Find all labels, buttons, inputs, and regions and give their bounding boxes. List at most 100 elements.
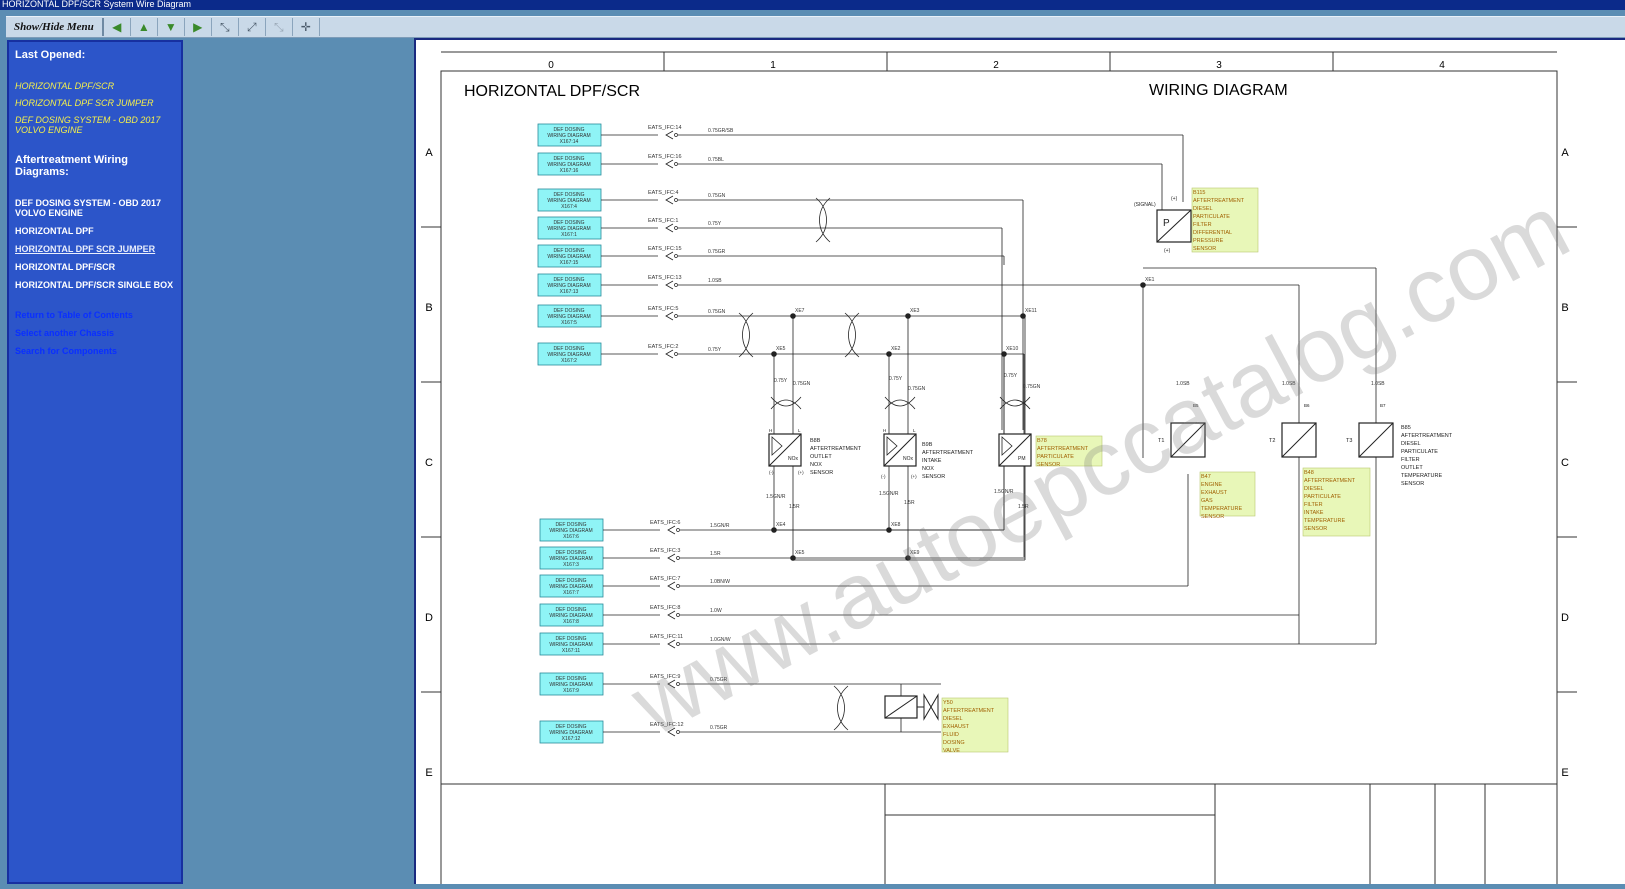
component-text: DIESEL xyxy=(943,716,963,722)
component-text: DOSING xyxy=(943,740,965,746)
column-label: 0 xyxy=(548,60,554,71)
component-text: AFTERTREATMENT xyxy=(922,450,974,456)
search-components-link[interactable]: Search for Components xyxy=(15,346,175,356)
zoom-out-icon[interactable]: ⤢ xyxy=(239,18,266,36)
diagram-link[interactable]: DEF DOSING SYSTEM - OBD 2017 VOLVO ENGIN… xyxy=(15,198,175,218)
component-id: B115 xyxy=(1193,190,1205,196)
pin-mark: B5 xyxy=(1193,403,1199,408)
return-to-toc-link[interactable]: Return to Table of Contents xyxy=(15,310,175,320)
pressure-signal-label: (SIGNAL) xyxy=(1134,202,1156,208)
diagram-link[interactable]: HORIZONTAL DPF/SCR SINGLE BOX xyxy=(15,280,175,290)
pin-chevron xyxy=(665,159,674,169)
connector-id: X167:11 xyxy=(562,648,580,654)
pin-mark: H xyxy=(769,428,772,433)
splice-dot xyxy=(1020,313,1026,319)
arrow-left-icon[interactable]: ◀ xyxy=(104,18,131,36)
last-opened-link[interactable]: DEF DOSING SYSTEM - OBD 2017 VOLVO ENGIN… xyxy=(15,115,175,135)
splice-label: XE11 xyxy=(1025,308,1037,314)
splice-dot xyxy=(790,313,796,319)
row-label: B xyxy=(425,302,432,314)
twisted-pair xyxy=(738,312,754,358)
row-label: C xyxy=(425,457,433,469)
diagram-subtitle: WIRING DIAGRAM xyxy=(1149,82,1288,99)
wire-label: 1.5GN/R xyxy=(879,491,899,497)
pan-icon[interactable]: ✛ xyxy=(293,18,320,36)
connector-id: X167:5 xyxy=(561,320,577,326)
component-text: AFTERTREATMENT xyxy=(810,446,862,452)
component-text: DIFFERENTIAL xyxy=(1193,230,1232,236)
diagram-link[interactable]: HORIZONTAL DPF/SCR xyxy=(15,262,175,272)
connector-id: X167:4 xyxy=(561,204,577,210)
connector-id: X167:16 xyxy=(560,168,579,174)
pin-label: EATS_IFC:3 xyxy=(650,548,680,554)
splice-dot xyxy=(886,351,892,357)
terminal-label: T3 xyxy=(1346,438,1352,444)
wire-label: 0.75GN xyxy=(708,309,726,315)
arrow-down-icon[interactable]: ▼ xyxy=(158,18,185,36)
pin-chevron xyxy=(665,195,674,205)
wire-label: 1.0SB xyxy=(708,278,722,284)
splice-label: XE4 xyxy=(776,522,786,528)
zoom-in-icon[interactable]: ⤡ xyxy=(212,18,239,36)
pin-label: EATS_IFC:2 xyxy=(648,344,678,350)
component-text: PARTICULATE xyxy=(1304,494,1341,500)
pin-marker xyxy=(676,682,680,686)
pin-label: EATS_IFC:11 xyxy=(650,634,683,640)
pin-mark: H xyxy=(883,428,886,433)
aftertreatment-heading: Aftertreatment Wiring Diagrams: xyxy=(15,154,128,178)
select-chassis-link[interactable]: Select another Chassis xyxy=(15,328,175,338)
component-text: NOX xyxy=(810,462,822,468)
wire-label: 1.0GN/W xyxy=(710,637,731,643)
wiring-diagram: 0 1 2 3 4 A B C D E A B C D E HORIZONTAL xyxy=(421,51,1577,887)
component-text: ENGINE xyxy=(1201,482,1222,488)
splice-dot xyxy=(905,313,911,319)
splice-dot xyxy=(771,527,777,533)
component-text: EXHAUST xyxy=(943,724,970,730)
twisted-pair xyxy=(884,396,916,410)
column-label: 4 xyxy=(1439,60,1445,71)
last-opened-link[interactable]: HORIZONTAL DPF/SCR xyxy=(15,81,175,91)
wire-label: 0.75GN xyxy=(793,381,811,387)
connector-id: X167:6 xyxy=(563,534,579,540)
pin-label: EATS_IFC:7 xyxy=(650,576,680,582)
component-text: TEMPERATURE xyxy=(1401,473,1442,479)
diagram-canvas[interactable]: 0 1 2 3 4 A B C D E A B C D E HORIZONTAL xyxy=(414,38,1625,887)
diagram-link[interactable]: HORIZONTAL DPF SCR JUMPER xyxy=(15,244,175,254)
diagram-link[interactable]: HORIZONTAL DPF xyxy=(15,226,175,236)
pin-chevron xyxy=(665,280,674,290)
terminal-label: T2 xyxy=(1269,438,1275,444)
arrow-right-icon[interactable]: ▶ xyxy=(185,18,212,36)
pin-mark: (-) xyxy=(881,474,886,479)
splice-label: XE5 xyxy=(776,346,786,352)
connector-id: X167:2 xyxy=(561,358,577,364)
connector-id: X167:13 xyxy=(560,289,579,295)
component-text: SENSOR xyxy=(922,474,945,480)
pin-chevron xyxy=(667,679,676,689)
pin-marker xyxy=(676,613,680,617)
component-text: DIESEL xyxy=(1401,441,1421,447)
twisted-pair xyxy=(815,197,831,243)
component-text: AFTERTREATMENT xyxy=(1193,198,1245,204)
component-text: FILTER xyxy=(1304,502,1323,508)
terminal-label: T1 xyxy=(1158,438,1164,444)
show-hide-menu-button[interactable]: Show/Hide Menu xyxy=(6,18,104,36)
wire-label: 0.75GN xyxy=(908,386,926,392)
connector-id: X167:8 xyxy=(563,619,579,625)
zoom-reset-icon[interactable]: ⤡ xyxy=(266,18,293,36)
window-title: HORIZONTAL DPF/SCR System Wire Diagram xyxy=(2,0,192,9)
pin-label: EATS_IFC:8 xyxy=(650,605,680,611)
pin-label: EATS_IFC:4 xyxy=(648,190,678,196)
wire-label: 0.75Y xyxy=(774,378,788,384)
component-text: INTAKE xyxy=(1304,510,1324,516)
wire-label: 1.5R xyxy=(789,504,800,510)
arrow-up-icon[interactable]: ▲ xyxy=(131,18,158,36)
valve-symbol xyxy=(923,693,939,721)
connector-id: X167:9 xyxy=(563,688,579,694)
twisted-pair xyxy=(833,685,849,731)
last-opened-link[interactable]: HORIZONTAL DPF SCR JUMPER xyxy=(15,98,175,108)
pin-label: EATS_IFC:14 xyxy=(648,125,682,131)
component-text: AFTERTREATMENT xyxy=(1037,446,1089,452)
component-text: PARTICULATE xyxy=(1193,214,1230,220)
diagram-title: HORIZONTAL DPF/SCR xyxy=(464,83,640,100)
pin-chevron xyxy=(665,311,674,321)
